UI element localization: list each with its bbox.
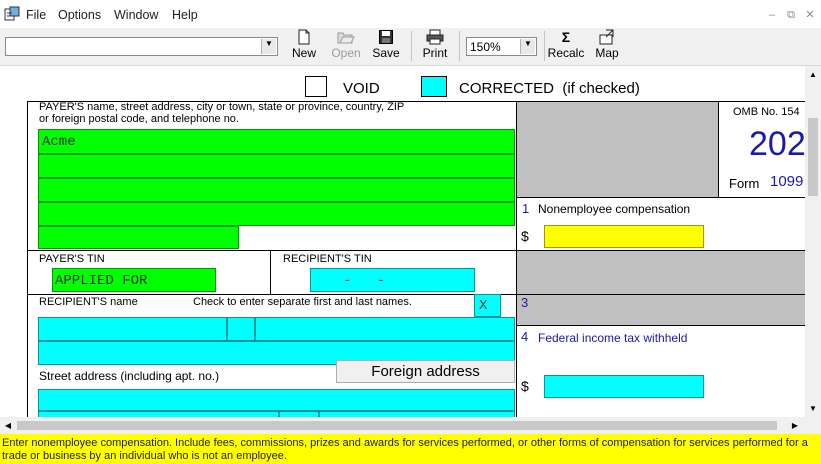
box2-gray [517, 251, 805, 294]
toolbar-separator [544, 31, 545, 61]
tax-year: 202 [749, 125, 805, 163]
status-message: Enter nonemployee compensation. Include … [2, 437, 808, 462]
federal-tax-withheld-field[interactable] [544, 375, 704, 398]
gray-block [517, 102, 718, 197]
map-button[interactable]: Map [591, 29, 623, 63]
box3-number: 3 [521, 295, 529, 310]
form-canvas: VOID CORRECTED (if checked) PAYER'S name… [0, 66, 805, 417]
separate-names-label: Check to enter separate first and last n… [193, 296, 412, 308]
foreign-address-button[interactable]: Foreign address [336, 360, 515, 383]
map-button-label: Map [595, 46, 619, 60]
payer-address-field-1[interactable] [38, 154, 515, 178]
scroll-up-icon[interactable]: ▲ [805, 66, 821, 83]
box4-label: Federal income tax withheld [538, 331, 688, 345]
payer-tin-value: APPLIED FOR [55, 273, 148, 289]
form-border-left [27, 101, 28, 417]
recipient-tin-field[interactable]: - - [310, 268, 475, 292]
street-address-field[interactable] [38, 389, 515, 411]
minimize-icon[interactable]: – [764, 7, 780, 23]
map-icon [599, 29, 614, 45]
form-line [516, 325, 805, 326]
print-button-label: Print [422, 46, 448, 60]
sigma-icon: Σ [561, 29, 571, 45]
scroll-down-icon[interactable]: ▼ [805, 400, 821, 417]
box1-dollar-sign: $ [521, 228, 529, 244]
payer-phone-field[interactable] [38, 226, 239, 249]
nonemployee-compensation-field[interactable] [544, 225, 704, 248]
box3-gray [517, 295, 805, 325]
street-label: Street address (including apt. no.) [39, 369, 220, 383]
recipient-last-name-field[interactable] [255, 317, 515, 341]
close-icon[interactable]: ✕ [802, 7, 818, 23]
save-button[interactable]: Save [370, 29, 402, 63]
vertical-scrollbar[interactable]: ▲ ▼ [805, 66, 821, 417]
open-button-label: Open [331, 46, 361, 60]
payer-label-line1: PAYER'S name, street address, city or to… [39, 101, 405, 113]
recipient-first-name-field[interactable] [38, 317, 227, 341]
box4-number: 4 [521, 329, 529, 344]
form-label: Form [729, 176, 760, 191]
recipient-tin-label: RECIPIENT'S TIN [283, 253, 372, 265]
corrected-label: CORRECTED (if checked) [459, 80, 640, 97]
form-select[interactable]: ▼ [5, 37, 278, 56]
omb-divider [718, 101, 719, 197]
menu-options[interactable]: Options [58, 8, 101, 22]
menu-help[interactable]: Help [172, 8, 198, 22]
scroll-left-icon[interactable]: ◀ [0, 417, 16, 434]
horizontal-scroll-thumb[interactable] [17, 421, 777, 430]
print-button[interactable]: Print [419, 29, 451, 63]
payer-name-value: Acme [42, 134, 76, 150]
vertical-scroll-thumb[interactable] [808, 118, 818, 196]
payer-label-line2: or foreign postal code, and telephone no… [39, 113, 239, 125]
zoom-select[interactable]: 150% ▼ [466, 37, 537, 56]
printer-icon [426, 29, 444, 45]
corrected-checkbox[interactable] [421, 76, 447, 97]
recipient-middle-initial-field[interactable] [227, 317, 255, 341]
menu-file[interactable]: File [26, 8, 46, 22]
new-button[interactable]: New [288, 29, 320, 63]
app-icon [4, 6, 20, 21]
separate-names-value: X [479, 298, 488, 314]
tin-divider [270, 250, 271, 294]
save-disk-icon [379, 30, 393, 44]
form-number: 1099 [770, 173, 804, 190]
chevron-down-icon[interactable]: ▼ [520, 39, 535, 54]
status-bar: Enter nonemployee compensation. Include … [0, 434, 821, 464]
open-folder-icon [337, 32, 355, 44]
void-label: VOID [343, 80, 380, 97]
recalc-button[interactable]: Σ Recalc [546, 29, 586, 63]
payer-tin-field[interactable]: APPLIED FOR [52, 268, 216, 292]
recalc-button-label: Recalc [547, 46, 585, 60]
separate-names-checkbox[interactable]: X [474, 294, 501, 317]
open-button[interactable]: Open [328, 29, 364, 63]
box1-number: 1 [522, 201, 530, 216]
zoom-value: 150% [470, 40, 501, 54]
box1-label: Nonemployee compensation [538, 202, 691, 216]
new-button-label: New [291, 46, 316, 60]
recipient-tin-value: - - [343, 273, 386, 289]
recipient-name-label: RECIPIENT'S name [39, 296, 138, 308]
restore-icon[interactable]: ⧉ [783, 7, 799, 23]
chevron-down-icon[interactable]: ▼ [261, 39, 276, 54]
payer-name-field[interactable]: Acme [38, 129, 515, 154]
form-line [516, 197, 805, 198]
toolbar-separator [411, 31, 412, 61]
toolbar-separator [459, 31, 460, 61]
new-document-icon [298, 29, 310, 45]
box4-dollar-sign: $ [521, 378, 529, 394]
save-button-label: Save [372, 46, 400, 60]
scroll-right-icon[interactable]: ▶ [787, 417, 803, 434]
void-checkbox[interactable] [305, 76, 327, 97]
payer-tin-label: PAYER'S TIN [39, 253, 105, 265]
payer-address-field-3[interactable] [38, 202, 515, 226]
payer-address-field-2[interactable] [38, 178, 515, 202]
omb-label: OMB No. 154 [733, 106, 800, 118]
menu-window[interactable]: Window [114, 8, 158, 22]
horizontal-scrollbar[interactable]: ◀ ▶ [0, 417, 821, 434]
menu-bar: File Options Window Help – ⧉ ✕ [0, 0, 821, 31]
